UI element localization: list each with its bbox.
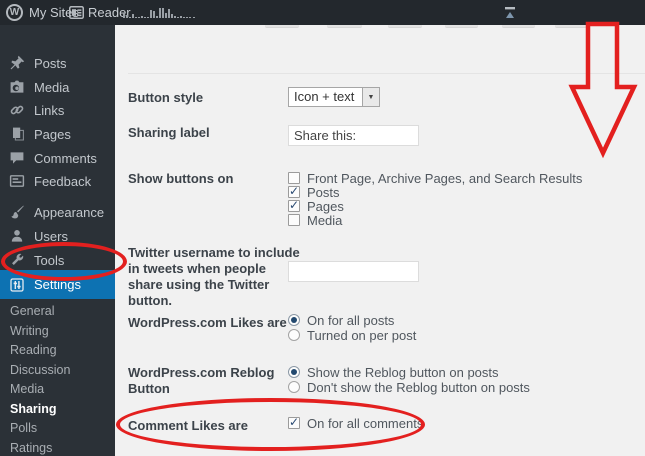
- sidebar-item-label: Posts: [34, 55, 67, 71]
- sidebar-item-tools[interactable]: Tools: [0, 248, 115, 272]
- submenu-item-writing[interactable]: Writing: [0, 322, 115, 342]
- camera-icon: [10, 80, 24, 93]
- wordpress-logo-circle: W: [6, 4, 23, 21]
- likes-all-posts-radio[interactable]: [288, 314, 300, 326]
- button-stub: [555, 25, 588, 28]
- sidebar-item-pages[interactable]: Pages: [0, 122, 115, 146]
- sidebar-item-label: Comments: [34, 150, 97, 166]
- radio-label: Turned on per post: [307, 327, 417, 343]
- comment-likes-checkbox[interactable]: ✓: [288, 415, 300, 429]
- comment-likes-label: Comment Likes are: [128, 418, 248, 433]
- sidebar-item-appearance[interactable]: Appearance: [0, 200, 115, 224]
- sharing-label-input[interactable]: [288, 125, 419, 146]
- submenu-item-ratings[interactable]: Ratings: [0, 439, 115, 456]
- submenu-item-discussion[interactable]: Discussion: [0, 361, 115, 381]
- selected-option: Icon + text: [294, 89, 355, 104]
- sidebar-item-label: Pages: [34, 126, 71, 142]
- pushpin-icon: [10, 55, 25, 70]
- likes-per-post-radio[interactable]: [288, 329, 300, 341]
- checkbox-label: Media: [307, 212, 343, 228]
- admin-bar: W My Sites Reader: [0, 0, 645, 25]
- check-icon: ✓: [289, 198, 300, 212]
- sidebar-item-label: Settings: [34, 277, 81, 292]
- wrench-icon: [12, 253, 24, 265]
- pages-checkbox[interactable]: ✓: [288, 198, 300, 212]
- stats-sparkline-icon[interactable]: [123, 6, 197, 19]
- checkbox-label: On for all comments: [307, 415, 424, 431]
- checkbox-label: Pages: [307, 198, 344, 214]
- submenu-item-polls[interactable]: Polls: [0, 419, 115, 439]
- sidebar-item-label: Media: [34, 79, 70, 95]
- feedback-form-icon: [9, 175, 25, 187]
- button-stub: [445, 25, 478, 28]
- sharing-settings-form: Button style Icon + text ▼ Sharing label…: [115, 25, 645, 456]
- hide-reblog-radio[interactable]: [288, 381, 300, 393]
- paintbrush-icon: [11, 205, 24, 219]
- checkbox-option: ✓ Media: [288, 212, 343, 228]
- submenu-item-sharing[interactable]: Sharing: [0, 400, 115, 420]
- show-reblog-radio[interactable]: [288, 366, 300, 378]
- sidebar-item-comments[interactable]: Comments: [0, 146, 115, 170]
- button-style-select[interactable]: Icon + text ▼: [288, 87, 380, 107]
- radio-option: Turned on per post: [288, 327, 417, 343]
- settings-submenu: General Writing Reading Discussion Media…: [0, 302, 115, 456]
- radio-option: Don't show the Reblog button on posts: [288, 379, 530, 395]
- button-stub: [265, 25, 299, 28]
- media-checkbox[interactable]: ✓: [288, 214, 300, 226]
- checkbox-option: ✓ Front Page, Archive Pages, and Search …: [288, 170, 583, 186]
- checkbox-label: Posts: [307, 184, 340, 200]
- radio-label: Don't show the Reblog button on posts: [307, 379, 530, 395]
- twitter-username-label: Twitter username to include in tweets wh…: [128, 245, 300, 308]
- twitter-username-input[interactable]: [288, 261, 419, 282]
- sidebar-item-media[interactable]: Media: [0, 75, 115, 99]
- sidebar-item-label: Tools: [34, 252, 65, 268]
- button-stub: [327, 25, 362, 28]
- check-icon: ✓: [289, 184, 300, 198]
- button-stub: [388, 25, 422, 28]
- chevron-down-icon[interactable]: ▼: [362, 88, 379, 106]
- sidebar-item-settings[interactable]: Settings: [0, 270, 115, 299]
- reader-icon[interactable]: [69, 0, 84, 25]
- sidebar-item-label: Appearance: [34, 204, 105, 220]
- sidebar-item-feedback[interactable]: Feedback: [0, 169, 115, 193]
- pages-icon: [13, 127, 24, 141]
- checkbox-label: Front Page, Archive Pages, and Search Re…: [307, 170, 583, 186]
- radio-option: On for all posts: [288, 312, 395, 328]
- sidebar-item-users[interactable]: Users: [0, 224, 115, 248]
- sidebar-item-posts[interactable]: Posts: [0, 51, 115, 75]
- section-divider: [128, 73, 645, 74]
- admin-sidebar: Posts Media Links Pages Comments Feedbac…: [0, 25, 115, 456]
- posts-checkbox[interactable]: ✓: [288, 184, 300, 198]
- submenu-item-media[interactable]: Media: [0, 380, 115, 400]
- button-stub: [502, 25, 535, 28]
- chain-link-icon: [10, 105, 24, 115]
- checkbox-option: ✓ Pages: [288, 198, 344, 214]
- radio-label: On for all posts: [307, 312, 395, 328]
- upload-icon[interactable]: [503, 5, 517, 20]
- sidebar-item-label: Links: [34, 102, 65, 118]
- wpcom-reblog-label: WordPress.com Reblog Button: [128, 365, 275, 396]
- sidebar-item-label: Users: [34, 228, 68, 244]
- wpcom-likes-label: WordPress.com Likes are: [128, 315, 287, 330]
- checkbox-option: ✓ On for all comments: [288, 415, 424, 431]
- check-icon: ✓: [289, 415, 300, 429]
- radio-dot-icon: [291, 317, 297, 323]
- sidebar-item-label: Feedback: [34, 173, 92, 189]
- front-page-checkbox[interactable]: ✓: [288, 172, 300, 184]
- radio-dot-icon: [291, 369, 297, 375]
- radio-label: Show the Reblog button on posts: [307, 364, 499, 380]
- sidebar-item-links[interactable]: Links: [0, 98, 115, 122]
- sliders-icon: [10, 277, 24, 292]
- wordpress-logo-icon[interactable]: W: [6, 0, 23, 25]
- speech-bubble-icon: [10, 152, 24, 164]
- radio-option: Show the Reblog button on posts: [288, 364, 499, 380]
- checkbox-option: ✓ Posts: [288, 184, 340, 200]
- person-icon: [11, 230, 23, 242]
- button-style-label: Button style: [128, 90, 204, 105]
- sharing-label-label: Sharing label: [128, 125, 210, 140]
- show-buttons-on-label: Show buttons on: [128, 171, 234, 186]
- submenu-item-general[interactable]: General: [0, 302, 115, 322]
- submenu-item-reading[interactable]: Reading: [0, 341, 115, 361]
